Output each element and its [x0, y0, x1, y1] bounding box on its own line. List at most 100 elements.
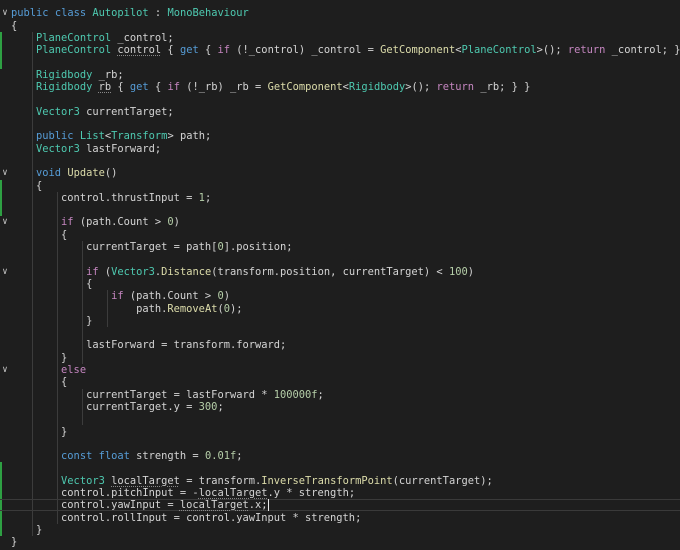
- code-line[interactable]: ∨ if (path.Count > 0): [0, 216, 680, 228]
- code-token: control.rollInput = control.yawInput * s…: [11, 511, 362, 524]
- code-text: const float strength = 0.01f;: [11, 450, 243, 463]
- fold-chevron-icon[interactable]: ∨: [1, 365, 9, 375]
- code-token: PlaneControl: [36, 44, 112, 57]
- code-token: {: [11, 179, 43, 192]
- code-line[interactable]: }: [0, 315, 680, 327]
- code-line[interactable]: {: [0, 229, 680, 241]
- code-line[interactable]: if (path.Count > 0): [0, 290, 680, 302]
- code-line[interactable]: control.rollInput = control.yawInput * s…: [0, 512, 680, 524]
- code-line[interactable]: [0, 413, 680, 425]
- code-line[interactable]: Vector3 localTarget = transform.InverseT…: [0, 475, 680, 487]
- code-line[interactable]: {: [0, 278, 680, 290]
- code-line[interactable]: PlaneControl control { get { if (!_contr…: [0, 44, 680, 56]
- code-text: {: [11, 229, 67, 241]
- code-text: PlaneControl control { get { if (!_contr…: [11, 44, 680, 56]
- code-text: PlaneControl _control;: [11, 32, 174, 44]
- code-line[interactable]: }: [0, 352, 680, 364]
- code-text: if (Vector3.Distance(transform.position,…: [11, 266, 474, 278]
- code-token: Vector3: [61, 474, 105, 487]
- code-text: }: [11, 524, 42, 536]
- code-line[interactable]: [0, 93, 680, 105]
- code-line[interactable]: path.RemoveAt(0);: [0, 303, 680, 315]
- code-token: const: [61, 450, 93, 463]
- code-line[interactable]: public List<Transform> path;: [0, 130, 680, 142]
- code-line[interactable]: [0, 253, 680, 265]
- code-token: GetComponent: [380, 44, 456, 57]
- code-text: public List<Transform> path;: [11, 130, 211, 142]
- code-line[interactable]: {: [0, 376, 680, 388]
- code-line[interactable]: [0, 204, 680, 216]
- code-token: PlaneControl: [36, 31, 112, 44]
- code-text: Rigidbody _rb;: [11, 69, 124, 81]
- code-line[interactable]: const float strength = 0.01f;: [0, 450, 680, 462]
- code-line[interactable]: currentTarget = path[0].position;: [0, 241, 680, 253]
- code-token: return: [567, 44, 606, 57]
- code-token: public: [11, 7, 49, 20]
- code-token: {: [11, 19, 18, 32]
- code-text: currentTarget = path[0].position;: [11, 241, 293, 253]
- code-token: InverseTransformPoint: [261, 474, 393, 487]
- code-line[interactable]: control.pitchInput = -localTarget.y * st…: [0, 487, 680, 499]
- code-line[interactable]: }: [0, 524, 680, 536]
- code-line[interactable]: }: [0, 536, 680, 548]
- code-line[interactable]: ∨ if (Vector3.Distance(transform.positio…: [0, 266, 680, 278]
- fold-chevron-icon[interactable]: ∨: [1, 8, 9, 18]
- code-token: control.thrustInput =: [11, 191, 199, 204]
- code-line[interactable]: Vector3 currentTarget;: [0, 106, 680, 118]
- code-line[interactable]: [0, 462, 680, 474]
- code-text: lastForward = transform.forward;: [11, 339, 286, 351]
- code-token: return: [436, 81, 475, 94]
- code-line[interactable]: ∨ void Update(): [0, 167, 680, 179]
- code-line[interactable]: [0, 438, 680, 450]
- code-text: {: [11, 278, 92, 290]
- code-line[interactable]: [0, 118, 680, 130]
- code-text: Vector3 currentTarget;: [11, 106, 174, 118]
- code-line[interactable]: lastForward = transform.forward;: [0, 339, 680, 351]
- code-token: (): [104, 167, 118, 180]
- code-line[interactable]: Vector3 lastForward;: [0, 143, 680, 155]
- code-text: control.thrustInput = 1;: [11, 192, 211, 204]
- code-text: Vector3 lastForward;: [11, 143, 161, 155]
- code-token: path.: [11, 302, 168, 315]
- code-token: strength =: [129, 450, 205, 463]
- code-token: (!_rb) _rb =: [179, 81, 268, 94]
- code-line[interactable]: ∨ public class Autopilot : MonoBehaviour: [0, 7, 680, 19]
- code-line[interactable]: }: [0, 426, 680, 438]
- code-line[interactable]: {: [0, 180, 680, 192]
- code-token: control.yawInput =: [11, 499, 180, 512]
- code-line[interactable]: [0, 57, 680, 69]
- code-line[interactable]: [0, 327, 680, 339]
- code-token: ;: [236, 450, 243, 463]
- fold-chevron-icon[interactable]: ∨: [1, 217, 9, 227]
- code-line[interactable]: control.thrustInput = 1;: [0, 192, 680, 204]
- code-token: control: [117, 44, 162, 57]
- code-token: if: [86, 265, 99, 278]
- code-token: {: [11, 277, 93, 290]
- code-text: else: [11, 364, 86, 376]
- code-token: ): [223, 290, 230, 303]
- code-line[interactable]: control.yawInput = localTarget.x;: [0, 499, 680, 512]
- code-token: Vector3: [36, 105, 80, 118]
- code-line[interactable]: [0, 155, 680, 167]
- code-text: public class Autopilot : MonoBehaviour: [11, 7, 249, 19]
- code-line[interactable]: {: [0, 20, 680, 32]
- code-token: void: [36, 167, 62, 180]
- code-line[interactable]: Rigidbody rb { get { if (!_rb) _rb = Get…: [0, 81, 680, 93]
- code-editor[interactable]: ∨ public class Autopilot : MonoBehaviour{…: [0, 0, 680, 550]
- code-token: ].position;: [223, 241, 293, 253]
- fold-chevron-icon[interactable]: ∨: [1, 168, 9, 178]
- code-token: 0.01f: [204, 450, 237, 463]
- code-line[interactable]: PlaneControl _control;: [0, 32, 680, 44]
- text-cursor: [267, 499, 269, 512]
- code-token: public: [36, 130, 74, 143]
- fold-chevron-icon[interactable]: ∨: [1, 267, 9, 277]
- code-text: currentTarget.y = 300;: [11, 401, 224, 413]
- code-line[interactable]: currentTarget = lastForward * 100000f;: [0, 389, 680, 401]
- code-line[interactable]: currentTarget.y = 300;: [0, 401, 680, 413]
- code-line[interactable]: ∨ else: [0, 364, 680, 376]
- code-line[interactable]: Rigidbody _rb;: [0, 69, 680, 81]
